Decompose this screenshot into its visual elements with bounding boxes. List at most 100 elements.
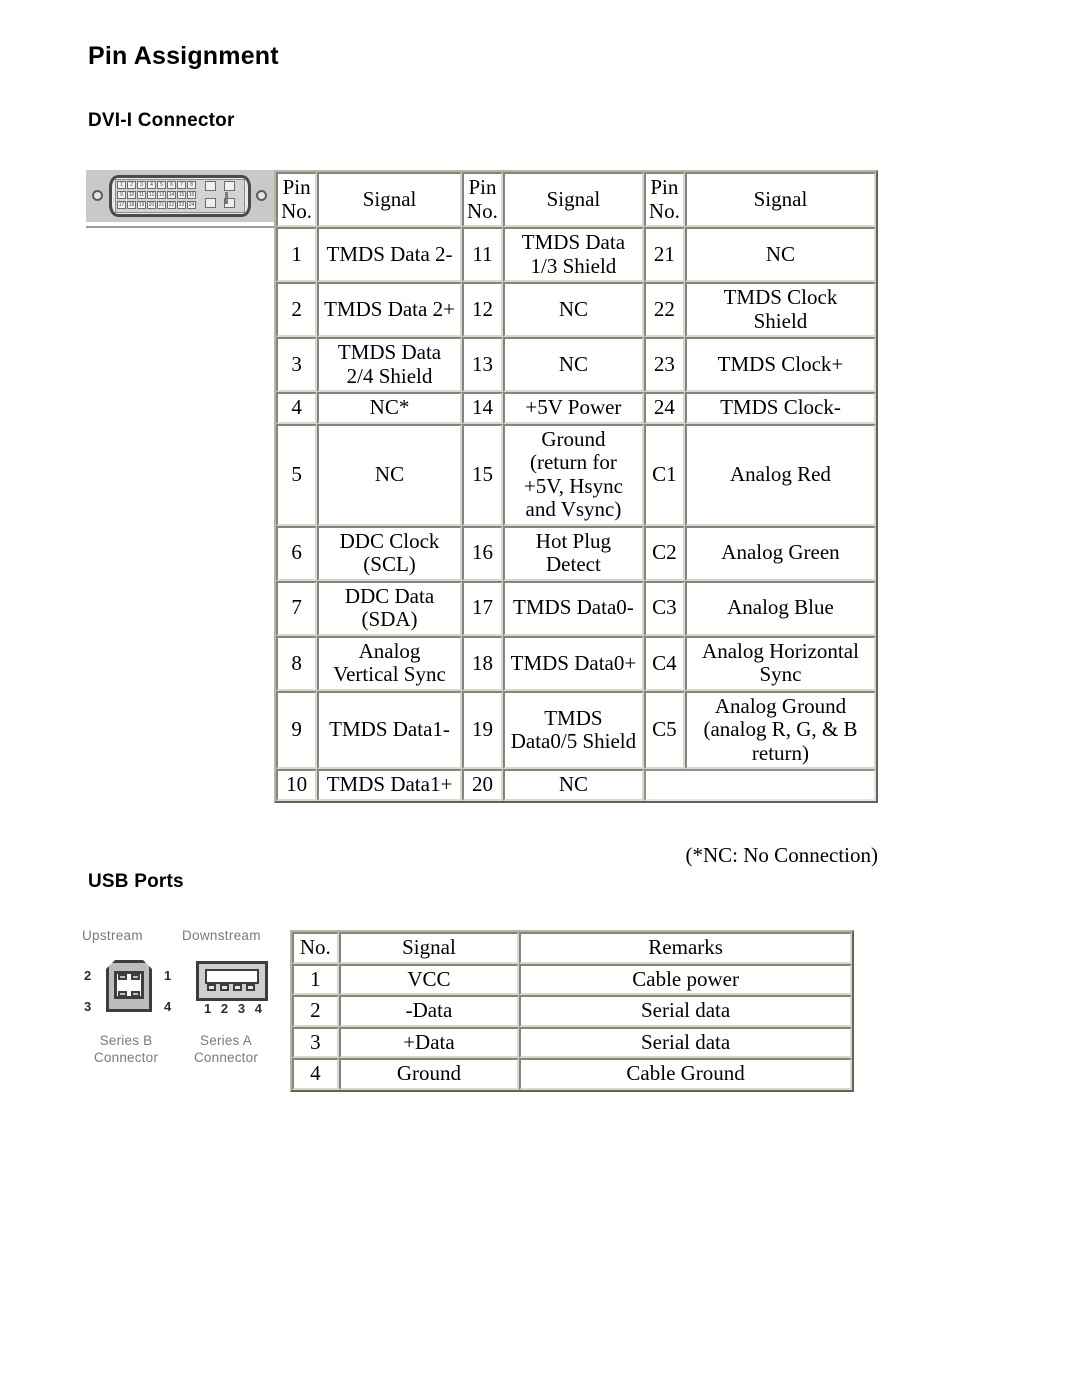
caption-line: Series B [99, 1033, 153, 1048]
pin-number: 13 [461, 337, 504, 393]
signal-value: TMDS Clock- [684, 392, 876, 424]
dvi-pin-row-1: 1 2 3 4 5 6 7 8 [117, 181, 196, 189]
header-pin-no-3: Pin No. [643, 172, 685, 228]
signal-value: Ground (return for +5V, Hsync and Vsync) [503, 423, 644, 526]
table-header-row: Pin No. Signal Pin No. Signal Pin No. Si… [276, 172, 876, 228]
signal-line: 1/3 Shield [530, 253, 617, 278]
signal-value: NC [503, 769, 644, 801]
pin-number: 5 [276, 423, 318, 526]
dvi-screw-hole-right [256, 190, 267, 201]
signal-line: 2/4 Shield [346, 363, 433, 388]
signal-line: Data0/5 Shield [510, 729, 637, 754]
dvi-pin: 14 [167, 191, 176, 199]
pin-number: 21 [643, 227, 685, 283]
usb-series-a-pin-4: 4 [254, 1001, 262, 1016]
usb-upstream-label: Upstream [82, 928, 143, 943]
signal-value: VCC [338, 963, 520, 996]
remarks-value: Serial data [519, 995, 852, 1027]
signal-value: TMDS Clock+ [684, 337, 876, 393]
dvi-pin-row-2: 9 10 11 12 13 14 15 16 [117, 191, 196, 199]
usb-series-a-contact-4 [246, 984, 255, 991]
usb-series-b-contact-4 [131, 991, 140, 997]
dvi-pin: 15 [177, 191, 186, 199]
pin-number: 24 [643, 392, 685, 424]
dvi-pin: 18 [127, 201, 136, 209]
header-line: No. [281, 198, 313, 223]
pin-number: 2 [292, 995, 339, 1027]
dvi-pin: 4 [147, 181, 156, 189]
usb-series-a-blade [205, 969, 259, 984]
pin-number: 3 [276, 337, 318, 393]
pin-number: 3 [292, 1026, 339, 1059]
header-signal-2: Signal [503, 172, 644, 228]
header-line: Pin [468, 175, 497, 199]
header-pin-no-1: Pin No. [276, 172, 318, 228]
signal-line: (analog R, G, & B [703, 717, 858, 742]
signal-line: TMDS [544, 705, 603, 730]
dvi-pin: 17 [117, 201, 126, 209]
signal-line: (return for [529, 450, 617, 475]
header-no: No. [292, 932, 339, 964]
pin-number: 6 [276, 525, 318, 581]
pin-number: 4 [276, 392, 318, 424]
signal-value: Analog Ground (analog R, G, & B return) [684, 690, 876, 770]
signal-line: and Vsync) [525, 497, 622, 522]
pin-number: 1 [276, 227, 318, 283]
dvi-pin-row-3: 17 18 19 20 21 22 23 24 [117, 201, 196, 209]
header-signal-1: Signal [317, 172, 462, 228]
dvi-pin: 3 [137, 181, 146, 189]
caption-line: Series A [200, 1033, 252, 1048]
signal-value: Analog Vertical Sync [317, 635, 462, 691]
dvi-pin: 6 [167, 181, 176, 189]
signal-line: +5V, Hsync [523, 473, 623, 498]
signal-line: (SCL) [363, 552, 416, 577]
signal-value: TMDS Data1- [317, 690, 462, 770]
signal-value: NC [503, 282, 644, 338]
signal-value: TMDS Data1+ [317, 769, 462, 801]
pin-number: 15 [461, 423, 504, 526]
signal-value: TMDS Data 2- [317, 227, 462, 283]
header-line: Pin [282, 175, 311, 199]
dvi-figure-underline [86, 226, 274, 228]
pin-number: 7 [276, 580, 318, 636]
usb-series-b-bevel-right [143, 960, 152, 969]
usb-series-b-contact-1 [131, 974, 140, 980]
pin-number: 20 [461, 769, 504, 801]
table-row: 9 TMDS Data1- 19 TMDS Data0/5 Shield C5 … [276, 690, 876, 770]
usb-series-b-pin-1: 1 [164, 968, 172, 983]
signal-value: NC [684, 227, 876, 283]
signal-line: Hot Plug [535, 528, 612, 553]
pin-number: 2 [276, 282, 318, 338]
header-signal-3: Signal [684, 172, 876, 228]
signal-value: NC* [317, 392, 462, 424]
dvi-pin: 22 [167, 201, 176, 209]
dvi-pin: 23 [177, 201, 186, 209]
usb-series-a-pin-2: 2 [220, 1001, 229, 1016]
pin-number: 12 [461, 282, 504, 338]
table-row: 1 TMDS Data 2- 11 TMDS Data 1/3 Shield 2… [276, 227, 876, 283]
usb-series-a-pin-3: 3 [237, 1001, 246, 1016]
dvi-pin: 11 [137, 191, 146, 199]
header-line: No. [467, 198, 498, 223]
signal-value: TMDS Data0+ [503, 635, 644, 691]
usb-series-b-pin-4: 4 [164, 999, 172, 1014]
header-line: No. [648, 198, 680, 223]
usb-series-a-caption: Series A Connector [180, 1033, 272, 1067]
usb-downstream-label: Downstream [182, 928, 261, 943]
pin-number: C2 [643, 525, 685, 581]
signal-line: Vertical Sync [333, 662, 446, 687]
signal-line: Ground [541, 426, 606, 451]
remarks-value: Serial data [519, 1026, 852, 1059]
usb-series-b-pin-2: 2 [84, 968, 92, 983]
pin-number: 8 [276, 635, 318, 691]
empty-cell [643, 769, 876, 801]
pin-number: 11 [461, 227, 504, 283]
pin-number: 22 [643, 282, 685, 338]
section-heading-usb: USB Ports [88, 871, 184, 892]
footnote-no-connection: (*NC: No Connection) [685, 843, 878, 867]
signal-value: TMDS Data0/5 Shield [503, 690, 644, 770]
signal-line: TMDS Clock [723, 285, 838, 310]
dvi-pin: 24 [187, 201, 196, 209]
signal-value: Analog Horizontal Sync [684, 635, 876, 691]
table-row: 4 Ground Cable Ground [292, 1058, 852, 1090]
